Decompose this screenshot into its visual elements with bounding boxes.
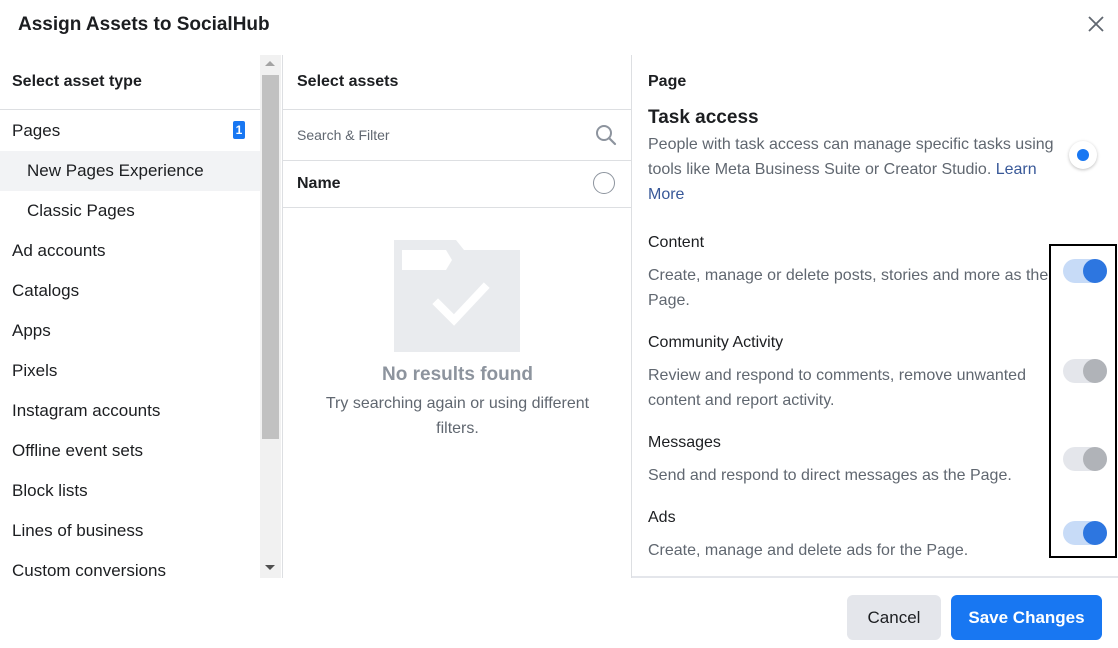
- asset-type-label: Ad accounts: [12, 241, 106, 260]
- asset-type-panel: Select asset type Pages 1 New Pages Expe…: [0, 55, 282, 578]
- save-changes-button[interactable]: Save Changes: [951, 595, 1102, 640]
- select-all-radio[interactable]: [593, 172, 615, 194]
- asset-type-heading: Select asset type: [12, 73, 142, 90]
- asset-type-label: Pages: [12, 121, 61, 140]
- asset-type-classic-pages[interactable]: Classic Pages: [0, 191, 260, 231]
- permissions-heading: Page: [648, 73, 687, 90]
- divider: [283, 207, 632, 208]
- asset-type-label: Classic Pages: [27, 201, 135, 220]
- asset-type-label: Offline event sets: [12, 441, 144, 460]
- task-access-radio[interactable]: [1069, 141, 1097, 169]
- permission-ads: Ads Create, manage and delete ads for th…: [648, 508, 1068, 563]
- search-icon[interactable]: [595, 124, 617, 146]
- scrollbar[interactable]: [260, 55, 281, 578]
- asset-type-label: Instagram accounts: [12, 401, 161, 420]
- content-toggle[interactable]: [1063, 259, 1107, 283]
- asset-type-label: Lines of business: [12, 521, 144, 540]
- toggle-highlight-box: [1049, 244, 1117, 558]
- permission-title: Ads: [648, 509, 676, 526]
- asset-type-label: Pixels: [12, 361, 58, 380]
- close-icon[interactable]: [1086, 14, 1106, 34]
- scroll-up-arrow-icon[interactable]: [265, 61, 275, 66]
- messages-toggle[interactable]: [1063, 447, 1107, 471]
- scroll-down-arrow-icon[interactable]: [265, 565, 275, 570]
- permission-title: Messages: [648, 434, 721, 451]
- name-column-header: Name: [297, 175, 341, 192]
- asset-type-apps[interactable]: Apps: [0, 311, 260, 351]
- asset-type-block-lists[interactable]: Block lists: [0, 471, 260, 511]
- empty-state-description: Try searching again or using different f…: [325, 395, 590, 437]
- divider: [632, 576, 1118, 578]
- task-access-title: Task access: [648, 107, 759, 128]
- permission-description: Create, manage and delete ads for the Pa…: [648, 542, 969, 559]
- asset-type-label: Block lists: [12, 481, 88, 500]
- toggle-knob: [1083, 447, 1107, 471]
- ads-toggle[interactable]: [1063, 521, 1107, 545]
- task-access-description: People with task access can manage speci…: [648, 132, 1058, 207]
- asset-type-label: Apps: [12, 321, 51, 340]
- empty-folder-icon: [394, 240, 520, 352]
- cancel-button[interactable]: Cancel: [847, 595, 941, 640]
- permission-description: Send and respond to direct messages as t…: [648, 467, 1012, 484]
- search-bar: [283, 110, 632, 160]
- permission-description: Create, manage or delete posts, stories …: [648, 267, 1049, 309]
- asset-type-label: New Pages Experience: [27, 161, 204, 180]
- toggle-knob: [1083, 259, 1107, 283]
- asset-type-label: Custom conversions: [12, 561, 167, 578]
- divider: [0, 109, 260, 110]
- task-access-text: People with task access can manage speci…: [648, 136, 1054, 178]
- permission-description: Review and respond to comments, remove u…: [648, 367, 1026, 409]
- asset-type-pages[interactable]: Pages 1: [0, 111, 260, 151]
- asset-type-ad-accounts[interactable]: Ad accounts: [0, 231, 260, 271]
- permission-content: Content Create, manage or delete posts, …: [648, 233, 1068, 313]
- divider: [283, 160, 632, 161]
- asset-type-new-pages-experience[interactable]: New Pages Experience: [0, 151, 260, 191]
- asset-type-pixels[interactable]: Pixels: [0, 351, 260, 391]
- count-badge: 1: [233, 121, 245, 139]
- scroll-thumb[interactable]: [262, 75, 279, 439]
- select-assets-heading: Select assets: [297, 73, 399, 90]
- community-activity-toggle[interactable]: [1063, 359, 1107, 383]
- asset-type-lines-of-business[interactable]: Lines of business: [0, 511, 260, 551]
- empty-state-title: No results found: [382, 364, 533, 385]
- asset-type-custom-conversions[interactable]: Custom conversions: [0, 551, 260, 578]
- dialog-title: Assign Assets to SocialHub: [18, 14, 270, 35]
- asset-type-offline-event-sets[interactable]: Offline event sets: [0, 431, 260, 471]
- asset-type-instagram-accounts[interactable]: Instagram accounts: [0, 391, 260, 431]
- permission-messages: Messages Send and respond to direct mess…: [648, 433, 1068, 488]
- select-assets-panel: Select assets Name No results found Try …: [282, 55, 632, 578]
- asset-type-list: Pages 1 New Pages Experience Classic Pag…: [0, 111, 260, 578]
- toggle-knob: [1083, 359, 1107, 383]
- permissions-panel: Page Task access People with task access…: [631, 55, 1118, 578]
- permission-community-activity: Community Activity Review and respond to…: [648, 333, 1068, 413]
- toggle-knob: [1083, 521, 1107, 545]
- permission-title: Community Activity: [648, 334, 784, 351]
- asset-type-label: Catalogs: [12, 281, 80, 300]
- asset-type-catalogs[interactable]: Catalogs: [0, 271, 260, 311]
- permission-title: Content: [648, 234, 705, 251]
- search-input[interactable]: [297, 122, 577, 148]
